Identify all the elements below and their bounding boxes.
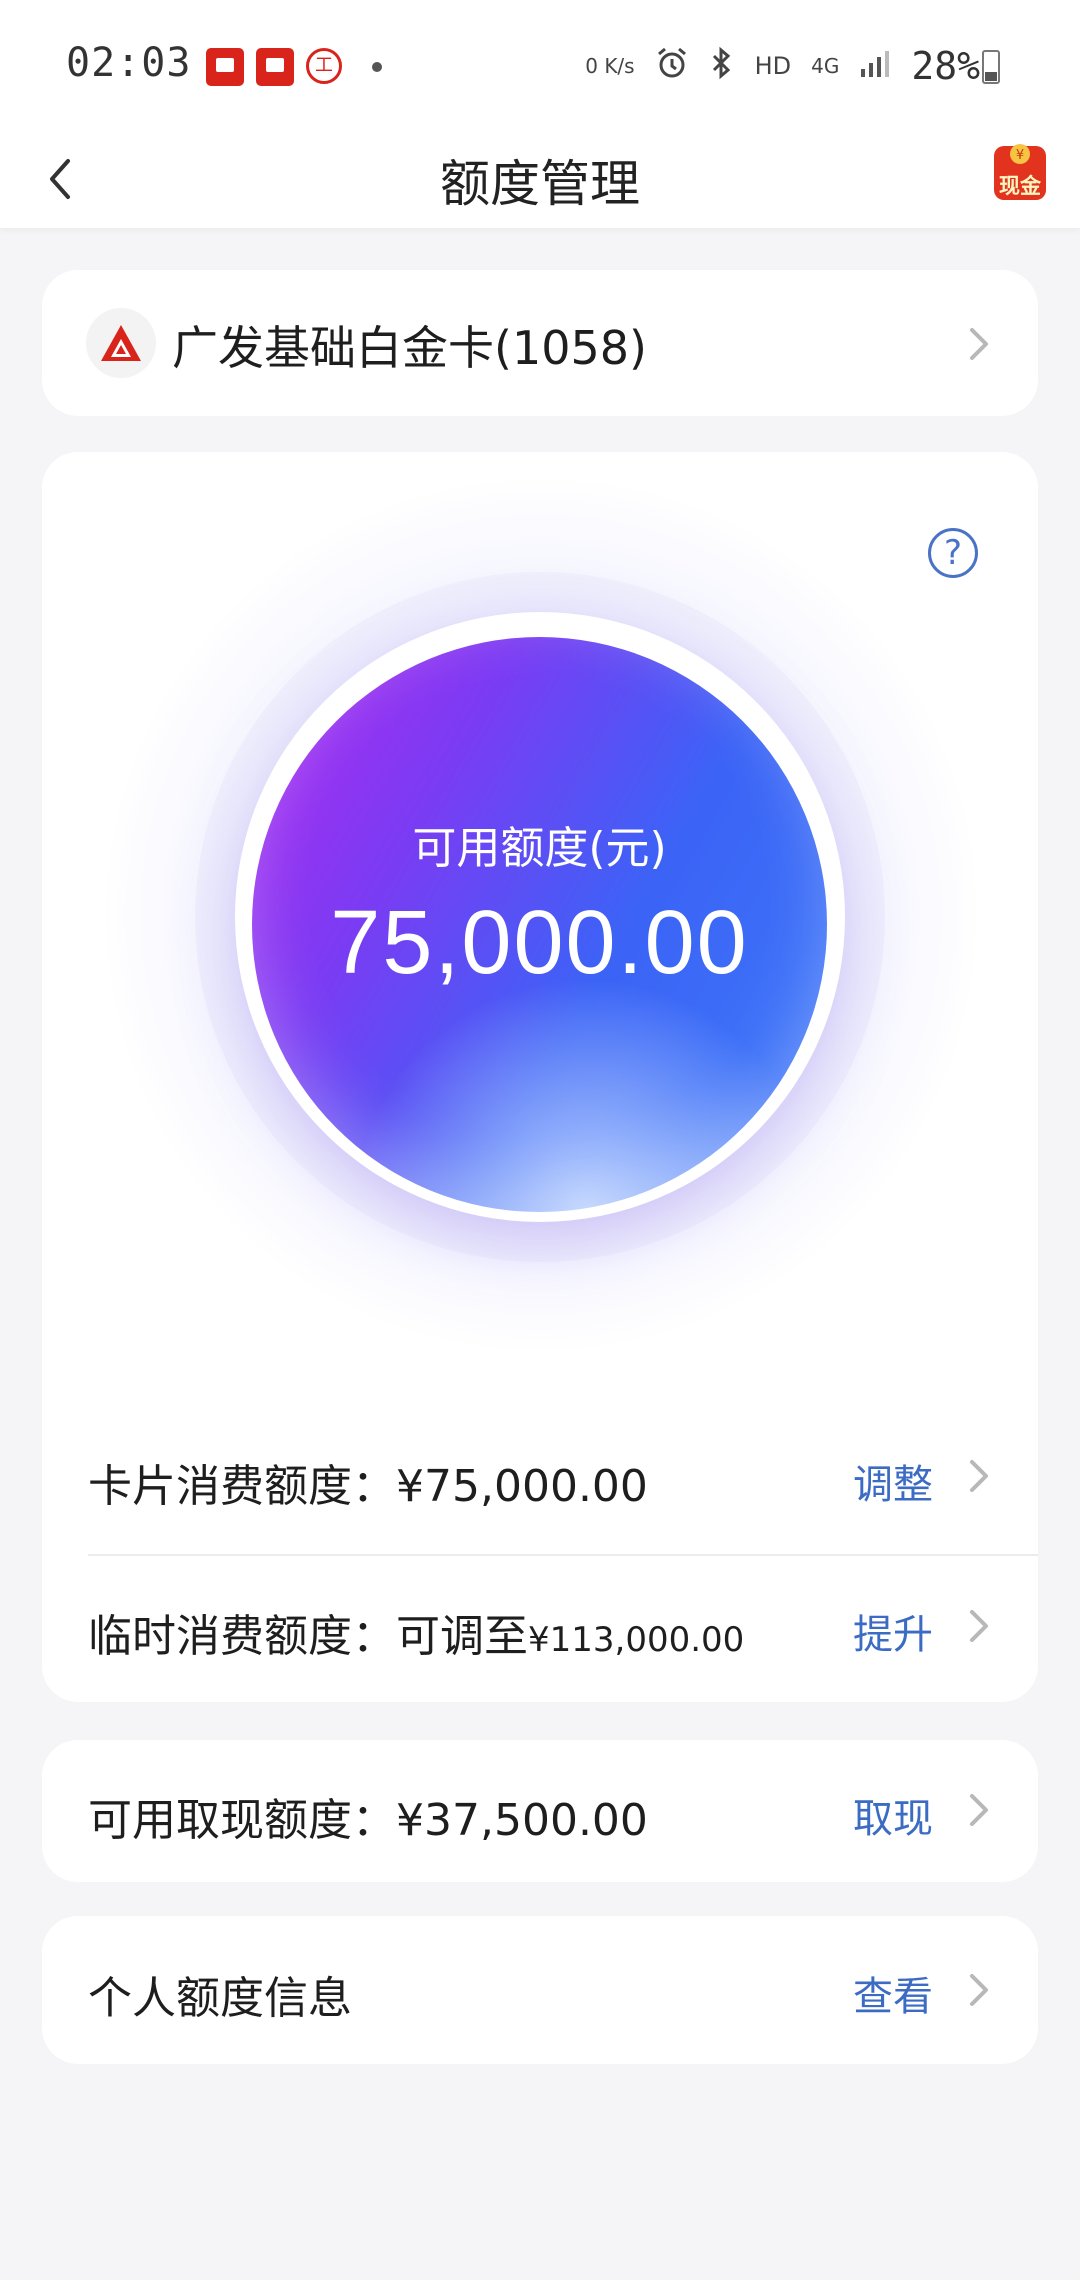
limit-card: 可用额度(元) 75,000.00 ? 卡片消费额度：¥75,000.00 调整… [42, 452, 1038, 1702]
network-type: 4G [811, 54, 840, 78]
app-notification-icon [206, 48, 244, 86]
temp-limit-amount: ¥113,000.00 [528, 1620, 745, 1660]
spend-limit-row[interactable]: 卡片消费额度：¥75,000.00 调整 [42, 1402, 1038, 1550]
cash-limit-label: 可用取现额度：¥37,500.00 [88, 1795, 648, 1846]
card-selector[interactable]: 广发基础白金卡(1058) [42, 270, 1038, 416]
battery-icon [982, 50, 1000, 84]
help-button[interactable]: ? [928, 528, 978, 578]
bank-logo-icon [86, 308, 156, 378]
adjust-button[interactable]: 调整 [853, 1452, 933, 1510]
app-notification-icon [256, 48, 294, 86]
battery-percent: 28% [911, 44, 980, 88]
cash-limit-card[interactable]: 可用取现额度：¥37,500.00 取现 [42, 1740, 1038, 1882]
nav-bar: 额度管理 ¥ 现金 [0, 130, 1080, 228]
status-time: 02:03 [66, 40, 192, 86]
bank-notification-icon: 工 [306, 48, 342, 84]
signal-icon [859, 49, 891, 83]
available-limit-value: 75,000.00 [330, 893, 749, 993]
hd-indicator: HD [754, 52, 792, 80]
personal-limit-label: 个人额度信息 [88, 1973, 352, 2024]
chevron-right-icon [970, 1460, 988, 1492]
chevron-right-icon [970, 1610, 988, 1642]
spend-limit-label: 卡片消费额度：¥75,000.00 [88, 1461, 648, 1512]
more-notifications-icon [372, 62, 382, 72]
svg-text:¥: ¥ [1016, 148, 1024, 163]
raise-button[interactable]: 提升 [853, 1602, 933, 1660]
personal-limit-card[interactable]: 个人额度信息 查看 [42, 1916, 1038, 2064]
page-title: 额度管理 [440, 155, 640, 213]
bluetooth-icon [709, 46, 735, 86]
status-icons: 0 K/s HD 4G 28% [585, 44, 980, 88]
cash-badge-label: 现金 [999, 174, 1041, 198]
temp-limit-prefix: 临时消费额度：可调至 [88, 1611, 528, 1662]
alarm-icon [655, 46, 689, 86]
available-limit-label: 可用额度(元) [412, 823, 667, 874]
net-speed-indicator: 0 K/s [585, 54, 635, 78]
chevron-right-icon [970, 328, 988, 360]
view-button[interactable]: 查看 [853, 1964, 933, 2022]
status-bar: 02:03 工 0 K/s HD 4G 28% [0, 0, 1080, 130]
cash-envelope-button[interactable]: ¥ 现金 [990, 140, 1050, 202]
chevron-right-icon [970, 1794, 988, 1826]
question-icon: ? [943, 533, 963, 573]
withdraw-cash-button[interactable]: 取现 [853, 1786, 933, 1844]
temp-limit-label: 临时消费额度：可调至¥113,000.00 [88, 1600, 744, 1664]
temp-limit-row[interactable]: 临时消费额度：可调至¥113,000.00 提升 [42, 1552, 1038, 1700]
chevron-right-icon [970, 1974, 988, 2006]
card-name: 广发基础白金卡(1058) [172, 321, 647, 375]
